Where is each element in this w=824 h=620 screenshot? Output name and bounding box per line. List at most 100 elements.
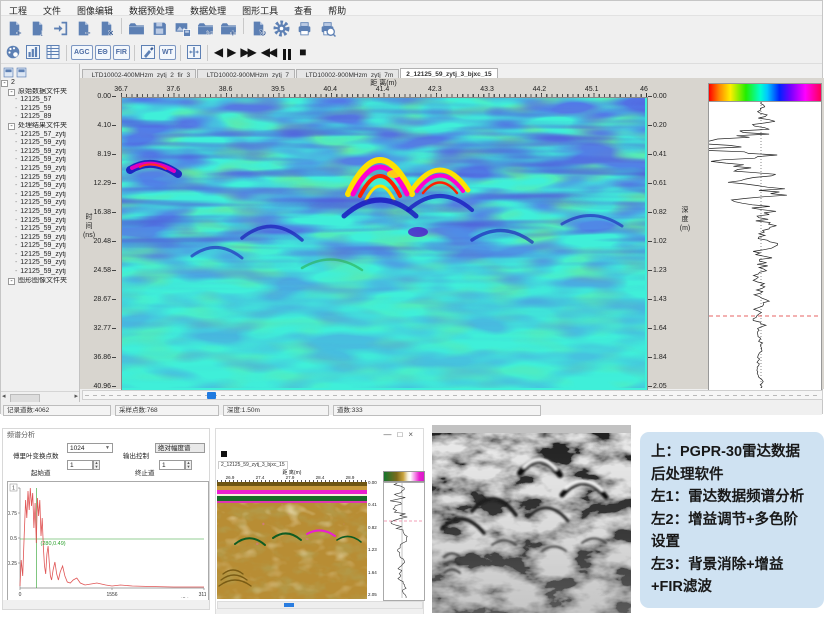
right-tick-label: 0.82 — [648, 209, 674, 216]
new-file-icon[interactable]: + — [3, 16, 26, 40]
agc-button[interactable]: AGC — [71, 45, 93, 60]
tree-item-label: 12125_59 — [18, 105, 51, 112]
mini-color-scale-bar — [383, 471, 425, 482]
tree-file-item[interactable]: - 12125_59_zytj — [1, 217, 79, 226]
toolbar-separator — [180, 45, 181, 61]
tree-item-label: 12125_89 — [18, 113, 51, 120]
main-scroll-thumb[interactable] — [207, 392, 216, 399]
brush-icon[interactable] — [138, 42, 158, 62]
wavelet-button[interactable]: WT — [159, 45, 176, 60]
svg-text:×: × — [108, 27, 114, 36]
tree-file-item[interactable]: - 12125_59 — [1, 105, 79, 114]
cut-folder-icon[interactable]: ✂ — [194, 16, 217, 40]
tree-dash-icon: - — [15, 217, 17, 224]
tree-item-label: 原始数据文件夹 — [16, 88, 67, 95]
histogram-icon[interactable] — [23, 42, 43, 62]
play-icon[interactable]: ▶ — [227, 42, 234, 62]
tree-file-item[interactable]: - 12125_59_zytj — [1, 268, 79, 277]
rewind-icon[interactable]: ◀◀ — [261, 42, 275, 62]
open-folder-icon[interactable] — [125, 16, 148, 40]
settings-gear-icon[interactable] — [270, 16, 293, 40]
table-icon[interactable] — [43, 42, 63, 62]
mini-depth-tick-label: 0.41 — [368, 502, 382, 507]
print-icon[interactable] — [293, 16, 316, 40]
scroll-right-arrow-icon[interactable]: ▸ — [74, 392, 78, 402]
remove-file-icon[interactable]: − — [72, 16, 95, 40]
main-horizontal-scrollbar[interactable] — [82, 390, 823, 400]
save-icon[interactable] — [148, 16, 171, 40]
grayscale-radar-image[interactable] — [432, 425, 631, 613]
expander-icon[interactable]: - — [8, 278, 15, 285]
tree-folder-item[interactable]: - 原始数据文件夹 — [1, 88, 79, 97]
import-icon[interactable] — [49, 16, 72, 40]
output-control-select[interactable]: 绝对幅度谱 — [155, 443, 205, 453]
mini-depth-tick-label: 0.82 — [368, 525, 382, 530]
svg-text:−: − — [85, 27, 91, 36]
fast-forward-icon[interactable]: ▶▶ — [240, 42, 254, 62]
tree-dash-icon: - — [15, 139, 17, 146]
tree-file-item[interactable]: - 12125_59_zytj — [1, 165, 79, 174]
pause-icon[interactable] — [282, 47, 292, 65]
add-folder-icon[interactable]: + — [217, 16, 240, 40]
tree-file-item[interactable]: - 12125_59_zytj — [1, 182, 79, 191]
stop-icon[interactable]: ■ — [299, 42, 304, 62]
mini-document-tab[interactable]: 2_12125_59_zytj_3_bjxc_15 — [218, 461, 288, 469]
splitter-icon[interactable] — [184, 42, 204, 62]
mini-scroll-thumb[interactable] — [284, 603, 294, 607]
tree-file-item[interactable]: - 12125_59_zytj — [1, 259, 79, 268]
tree-folder-item[interactable]: - 处理结果文件夹 — [1, 122, 79, 131]
expander-icon[interactable]: - — [8, 123, 15, 130]
refresh-doc-icon[interactable]: ↻ — [247, 16, 270, 40]
x-tick-label: 38.6 — [213, 86, 239, 93]
fft-points-select[interactable]: 1024▼ — [67, 443, 113, 453]
equalizer-button[interactable]: EΘ — [95, 45, 111, 60]
caption-line: 后处理软件 — [651, 464, 813, 487]
delete-file-icon[interactable]: × — [95, 16, 118, 40]
tree-dash-icon: - — [15, 234, 17, 241]
stop-icon[interactable] — [221, 451, 227, 457]
radar-bscan-image[interactable] — [121, 97, 648, 391]
tree-dash-icon: - — [15, 191, 17, 198]
end-trace-stepper[interactable]: ▲▼ — [185, 460, 192, 470]
paste-file-icon[interactable]: ↓ — [26, 16, 49, 40]
save-image-icon[interactable] — [171, 16, 194, 40]
tree-item-label: 12125_57 — [18, 96, 51, 103]
tree-file-item[interactable]: - 12125_89 — [1, 113, 79, 122]
tree-file-item[interactable]: - 12125_59_zytj — [1, 191, 79, 200]
tree-file-item[interactable]: - 12125_59_zytj — [1, 234, 79, 243]
tree-file-item[interactable]: - 12125_59_zytj — [1, 199, 79, 208]
scroll-left-arrow-icon[interactable]: ◂ — [2, 392, 6, 402]
tree-folder-item[interactable]: - 图形图像文件夹 — [1, 277, 79, 286]
start-trace-input[interactable]: 1 — [67, 460, 93, 470]
mini-scrollbar[interactable] — [217, 601, 423, 609]
end-trace-input[interactable]: 1 — [159, 460, 185, 470]
spectrum-x-axis-label: 频率 MHz — [180, 597, 202, 598]
minimize-icon[interactable]: — — [383, 430, 397, 439]
expander-icon[interactable]: - — [8, 89, 15, 96]
tree-file-item[interactable]: - 12125_59_zytj — [1, 208, 79, 217]
tree-item-label: 12125_59_zytj — [18, 139, 65, 146]
mini-radar-image[interactable] — [217, 482, 367, 604]
tree-file-item[interactable]: - 12125_59_zytj — [1, 174, 79, 183]
close-icon[interactable]: × — [408, 430, 419, 439]
start-trace-stepper[interactable]: ▲▼ — [93, 460, 100, 470]
fir-filter-button[interactable]: FIR — [113, 45, 130, 60]
tree-root[interactable]: - 2 — [1, 79, 79, 88]
expander-icon[interactable]: - — [1, 80, 8, 87]
tree-file-item[interactable]: - 12125_57_zytj — [1, 131, 79, 140]
maximize-icon[interactable]: □ — [397, 430, 408, 439]
tree-file-item[interactable]: - 12125_57 — [1, 96, 79, 105]
caption-line: +FIR滤波 — [651, 576, 813, 599]
print-preview-icon[interactable] — [316, 16, 339, 40]
play-back-icon[interactable]: ◀ — [214, 42, 221, 62]
window-controls[interactable]: —□× — [383, 430, 419, 439]
tree-file-item[interactable]: - 12125_59_zytj — [1, 251, 79, 260]
tree-file-item[interactable]: - 12125_59_zytj — [1, 225, 79, 234]
spectrum-marker-label: (280,0.49) — [41, 541, 66, 547]
tree-file-item[interactable]: - 12125_59_zytj — [1, 139, 79, 148]
palette-icon[interactable] — [3, 42, 23, 62]
tree-file-item[interactable]: - 12125_59_zytj — [1, 156, 79, 165]
tree-pin-icon[interactable] — [16, 65, 29, 82]
tree-file-item[interactable]: - 12125_59_zytj — [1, 242, 79, 251]
tree-file-item[interactable]: - 12125_59_zytj — [1, 148, 79, 157]
